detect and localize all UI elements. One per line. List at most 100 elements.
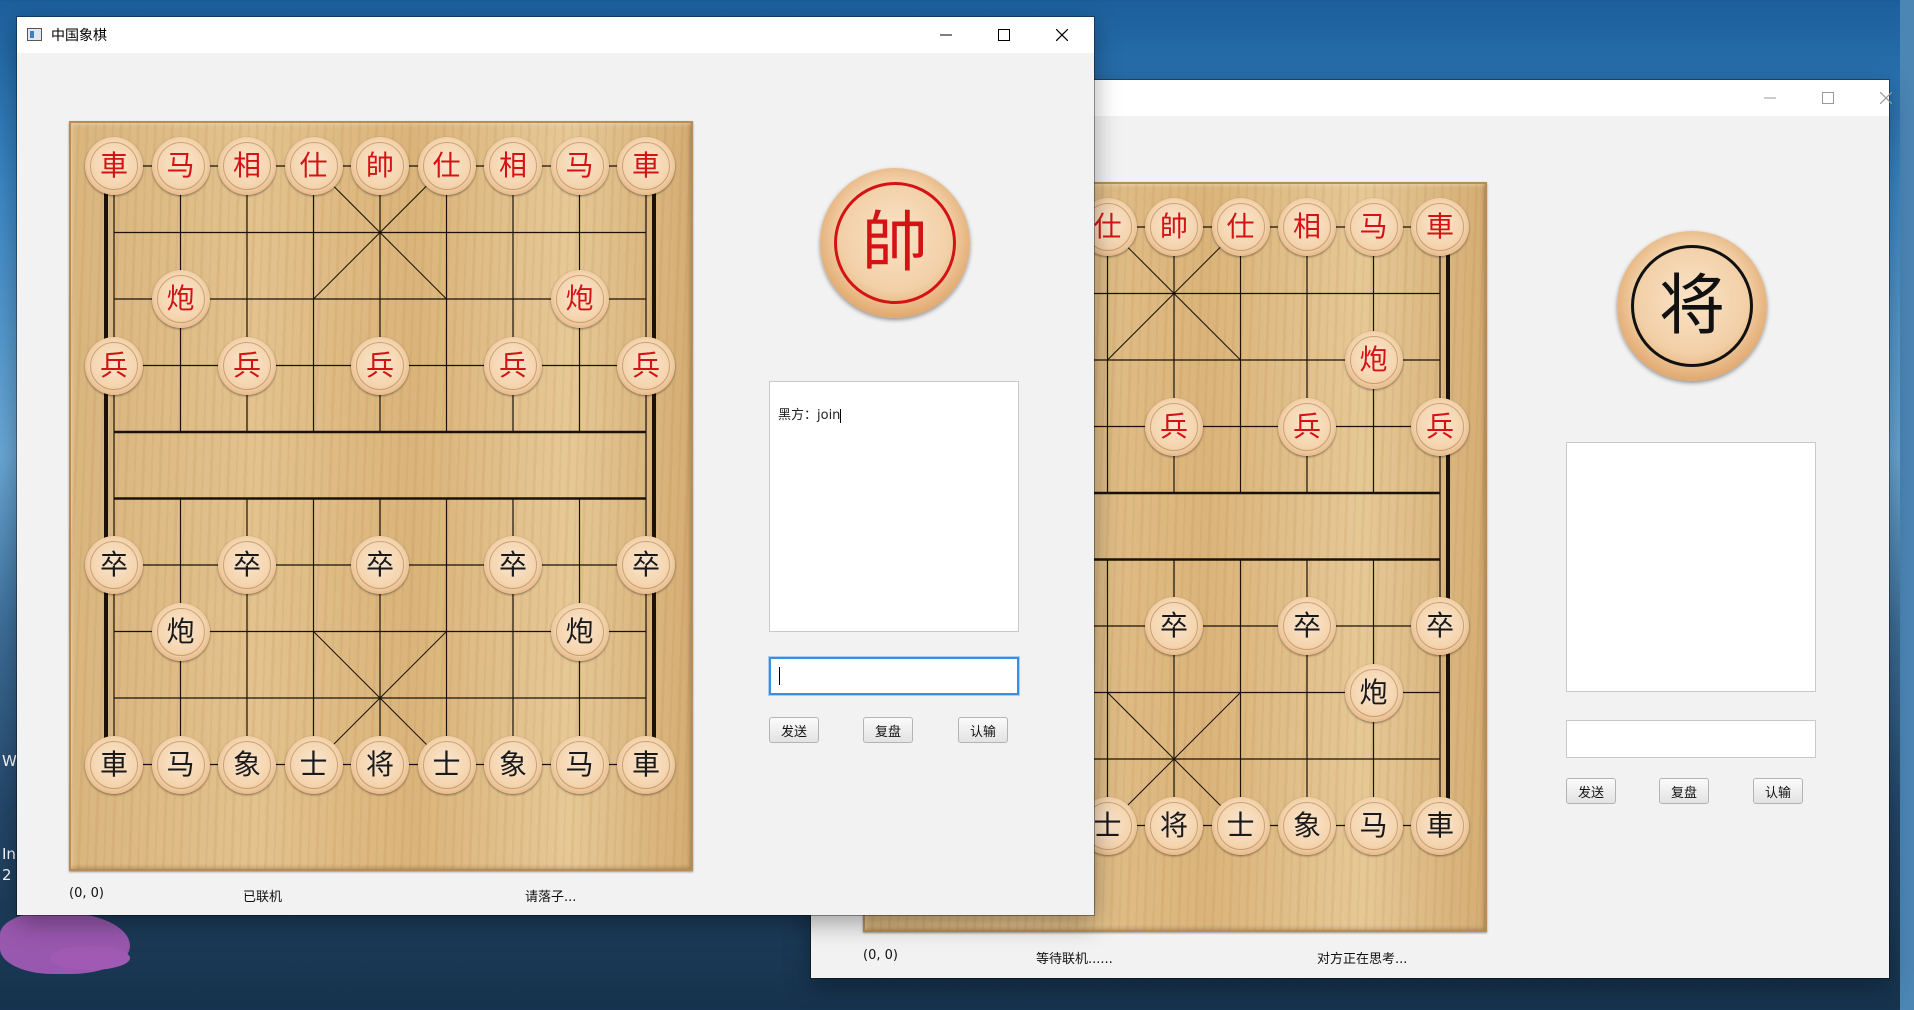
chat-log-text: 黑方：join [778,408,841,423]
chess-piece-label: 兵 [1292,409,1321,443]
chess-piece[interactable]: 卒 [617,536,675,594]
chess-piece[interactable]: 象 [484,735,542,794]
replay-button-label: 复盘 [1670,785,1697,801]
minimize-icon [940,34,952,36]
chat-log[interactable]: 黑方：join [769,381,1019,632]
cursor-coordinates: (0, 0) [863,948,898,963]
minimize-button[interactable] [1741,80,1799,116]
chess-piece[interactable]: 炮 [1344,331,1403,389]
maximize-button[interactable] [975,17,1033,53]
chess-piece[interactable]: 兵 [1145,397,1203,456]
scribble-mark [50,946,130,970]
chess-piece-label: 卒 [1159,609,1188,642]
chess-piece[interactable]: 相 [484,137,542,195]
chess-piece[interactable]: 将 [351,735,409,794]
chess-piece[interactable]: 卒 [218,536,276,594]
chess-piece[interactable]: 卒 [85,536,143,594]
title-bar[interactable]: 中国象棋 [17,17,1094,53]
chess-piece[interactable]: 炮 [151,602,210,661]
send-button[interactable]: 发送 [769,717,819,743]
chess-piece-label: 士 [299,747,328,781]
chess-piece[interactable]: 象 [1278,796,1336,855]
chat-input[interactable] [1566,720,1816,758]
chess-board[interactable]: 車马相仕帥仕相马車炮炮兵兵兵兵兵卒卒卒卒卒炮炮車马象士将士象马車 [69,121,693,871]
chess-piece[interactable]: 马 [151,137,210,195]
chess-piece[interactable]: 炮 [550,270,609,328]
chess-piece[interactable]: 車 [85,137,143,195]
chess-piece[interactable]: 炮 [151,270,210,328]
send-button[interactable]: 发送 [1566,778,1616,804]
chess-piece[interactable]: 車 [1411,796,1469,855]
chess-piece-label: 相 [1292,210,1321,243]
resign-button-label: 认输 [969,724,996,740]
chess-piece[interactable]: 車 [617,137,675,195]
chess-piece[interactable]: 兵 [85,336,143,395]
chess-piece[interactable]: 卒 [1411,597,1469,655]
resign-button[interactable]: 认输 [958,717,1008,743]
chess-piece-label: 炮 [565,614,594,648]
chess-piece[interactable]: 马 [550,137,609,195]
chess-piece-label: 象 [498,747,527,781]
chess-piece[interactable]: 炮 [550,602,609,661]
chess-piece-label: 马 [565,149,594,182]
resign-button[interactable]: 认输 [1753,778,1803,804]
chess-piece[interactable]: 仕 [417,137,476,195]
chess-piece-label: 炮 [565,282,594,315]
chess-piece[interactable]: 士 [284,735,343,794]
close-button[interactable] [1857,80,1914,116]
chess-piece[interactable]: 卒 [1145,597,1203,655]
chess-piece[interactable]: 象 [218,735,276,794]
chess-piece[interactable]: 車 [617,735,675,794]
chess-piece-label: 兵 [1425,409,1454,443]
chess-piece[interactable]: 仕 [1211,198,1270,256]
chess-piece[interactable]: 卒 [1278,597,1336,655]
chess-piece[interactable]: 将 [1145,796,1203,855]
chess-piece[interactable]: 马 [151,735,210,794]
connection-status: 等待联机...... [1036,952,1113,967]
chess-piece[interactable]: 兵 [351,336,409,395]
window-title: 中国象棋 [51,28,107,44]
chess-piece[interactable]: 士 [417,735,476,794]
replay-button[interactable]: 复盘 [1659,778,1709,804]
chess-piece-label: 马 [1359,210,1388,243]
minimize-button[interactable] [917,17,975,53]
send-button-label: 发送 [1577,785,1604,801]
chess-piece-label: 炮 [1359,675,1388,709]
chess-piece[interactable]: 車 [85,735,143,794]
close-button[interactable] [1033,17,1091,53]
chess-piece[interactable]: 炮 [1344,663,1403,722]
chess-piece[interactable]: 兵 [1411,397,1469,456]
chess-piece[interactable]: 兵 [218,336,276,395]
chess-piece-label: 卒 [631,548,660,581]
chat-log[interactable] [1566,442,1816,692]
chess-piece[interactable]: 仕 [284,137,343,195]
chess-piece-label: 士 [1093,808,1122,842]
replay-button[interactable]: 复盘 [863,717,913,743]
player-side-piece: 帥 [820,168,970,318]
chess-piece[interactable]: 車 [1411,198,1469,256]
chess-piece[interactable]: 相 [1278,198,1336,256]
chess-piece-label: 卒 [498,548,527,581]
chess-piece[interactable]: 马 [550,735,609,794]
chess-piece[interactable]: 卒 [484,536,542,594]
chess-piece[interactable]: 士 [1211,796,1270,855]
chess-piece[interactable]: 帥 [1145,198,1203,256]
chess-piece[interactable]: 兵 [617,336,675,395]
chess-piece-label: 相 [498,149,527,182]
chess-piece[interactable]: 相 [218,137,276,195]
chess-piece-label: 卒 [1292,609,1321,642]
chess-piece-label: 車 [1425,808,1454,842]
maximize-button[interactable] [1799,80,1857,116]
chat-input[interactable] [769,657,1019,695]
player-side-piece: 将 [1617,231,1767,381]
chess-piece[interactable]: 兵 [1278,397,1336,456]
chess-piece[interactable]: 帥 [351,137,409,195]
chess-piece[interactable]: 马 [1344,198,1403,256]
chess-piece-label: 帥 [1159,210,1188,243]
chess-piece[interactable]: 兵 [484,336,542,395]
chess-piece-label: 士 [432,747,461,781]
maximize-icon [998,29,1010,41]
chess-piece[interactable]: 卒 [351,536,409,594]
chess-piece-label: 兵 [232,348,261,382]
chess-piece[interactable]: 马 [1344,796,1403,855]
